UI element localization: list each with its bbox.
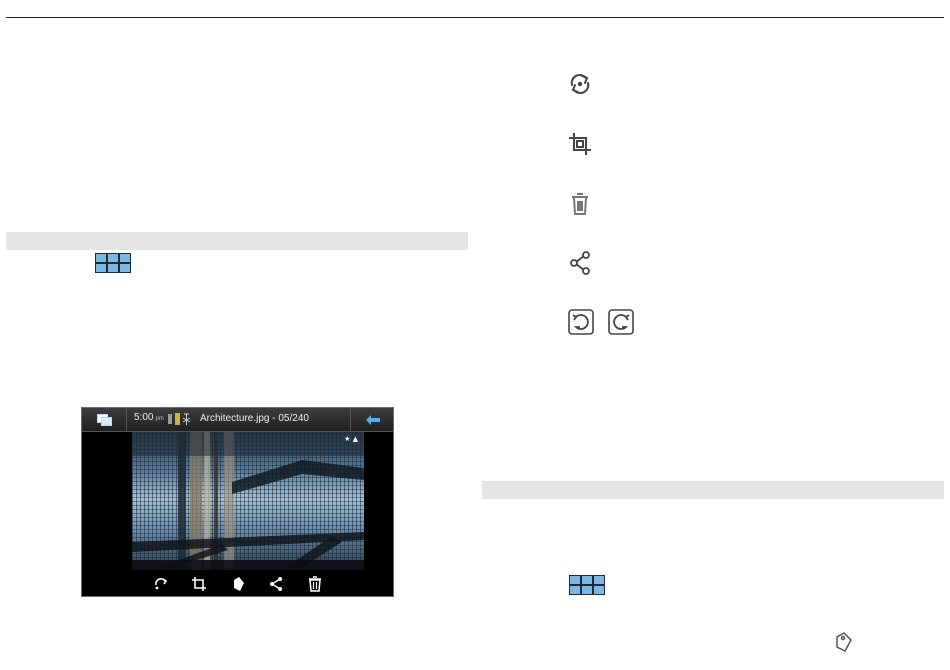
clock-time: 5:00 [134, 412, 154, 423]
photo-view[interactable]: ★ ▲ [132, 432, 364, 570]
photo-status-marks: ★ ▲ [344, 435, 358, 443]
share-icon [566, 249, 594, 277]
back-arrow-icon [366, 415, 380, 425]
back-button[interactable] [350, 408, 393, 431]
clock-ampm: pm [155, 416, 164, 422]
window-switch-icon[interactable] [82, 408, 127, 431]
grid-view-icon [569, 575, 605, 595]
tag-icon [832, 630, 856, 654]
rotate-button[interactable] [153, 576, 169, 592]
rotate-icon [155, 578, 168, 590]
section-band-left [6, 232, 468, 250]
trash-icon [309, 576, 321, 592]
status-icons [168, 411, 194, 427]
redo-icon [607, 308, 635, 336]
delete-button[interactable] [307, 576, 323, 592]
undo-icon [567, 308, 595, 336]
section-band-right [482, 481, 944, 499]
trash-icon [566, 190, 594, 218]
rotate-icon [566, 70, 594, 98]
share-button[interactable] [268, 576, 284, 592]
grid-view-icon [95, 253, 131, 273]
clock: 5:00 pm [134, 412, 164, 423]
crop-button[interactable] [191, 576, 207, 592]
share-icon [270, 577, 282, 591]
tag-button[interactable] [230, 576, 246, 592]
status-bar: 5:00 pm Architecture.jpg - 05/240 [82, 408, 393, 432]
file-title: Architecture.jpg - 05/240 [200, 413, 309, 424]
photo-toolbar [82, 571, 393, 596]
device-screenshot: 5:00 pm Architecture.jpg - 05/240 ★ ▲ [81, 407, 394, 597]
crop-icon [192, 577, 206, 591]
tag-icon [234, 577, 244, 591]
top-rule [6, 17, 944, 18]
crop-icon [566, 130, 594, 158]
